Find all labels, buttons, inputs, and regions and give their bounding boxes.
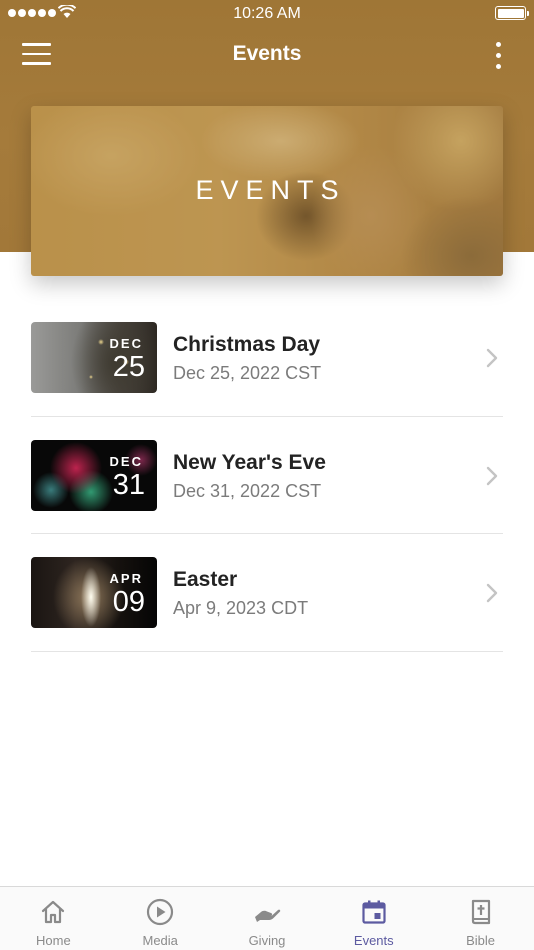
event-date: Apr 9, 2023 CDT	[173, 598, 309, 618]
event-thumbnail: APR 09	[31, 557, 157, 628]
event-date: Dec 25, 2022 CST	[173, 363, 322, 383]
tab-bible[interactable]: Bible	[427, 887, 534, 950]
play-circle-icon	[145, 897, 175, 927]
giving-hand-icon	[252, 897, 282, 927]
tab-home[interactable]: Home	[0, 887, 107, 950]
home-icon	[38, 897, 68, 927]
event-month: APR	[109, 571, 143, 586]
event-day: 31	[112, 468, 145, 501]
hero-title: EVENTS	[195, 175, 346, 205]
tab-events[interactable]: Events	[320, 887, 427, 950]
event-title: Christmas Day	[173, 333, 321, 356]
chevron-right-icon	[486, 348, 498, 368]
event-title: Easter	[173, 568, 238, 591]
tab-giving[interactable]: Giving	[214, 887, 321, 950]
tab-label: Giving	[248, 933, 286, 948]
nav-bar: Events	[0, 28, 534, 84]
tab-label: Home	[36, 933, 71, 948]
event-item[interactable]: APR 09 Easter Apr 9, 2023 CDT	[31, 534, 503, 652]
tab-label: Events	[353, 933, 394, 948]
event-item[interactable]: DEC 31 New Year's Eve Dec 31, 2022 CST	[31, 417, 503, 534]
hamburger-menu-icon[interactable]	[22, 38, 58, 70]
event-thumbnail: DEC 31	[31, 439, 157, 511]
chevron-right-icon	[486, 466, 498, 485]
more-vertical-icon[interactable]	[490, 40, 506, 70]
event-month: DEC	[109, 453, 143, 469]
tab-label: Media	[142, 933, 178, 948]
event-title: New Year's Eve	[173, 450, 326, 474]
status-time: 10:26 AM	[233, 5, 301, 22]
calendar-icon	[359, 897, 389, 927]
tab-label: Bible	[466, 933, 496, 948]
events-hero-banner: EVENTS	[31, 106, 503, 276]
page-title: Events	[232, 42, 302, 65]
event-thumbnail: DEC 25	[31, 322, 157, 393]
status-bar: 10:26 AM	[0, 0, 534, 28]
bible-book-icon	[466, 897, 496, 927]
chevron-right-icon	[486, 583, 498, 603]
event-date: Dec 31, 2022 CST	[173, 480, 322, 501]
battery-icon	[495, 6, 529, 20]
tab-media[interactable]: Media	[107, 887, 214, 950]
event-month: DEC	[109, 336, 143, 351]
event-item[interactable]: DEC 25 Christmas Day Dec 25, 2022 CST	[31, 299, 503, 417]
bottom-tab-bar: Home Media Giving Events Bible	[0, 886, 534, 950]
event-day: 09	[112, 586, 145, 618]
event-day: 25	[112, 351, 145, 383]
events-list: DEC 25 Christmas Day Dec 25, 2022 CST DE…	[31, 299, 503, 652]
